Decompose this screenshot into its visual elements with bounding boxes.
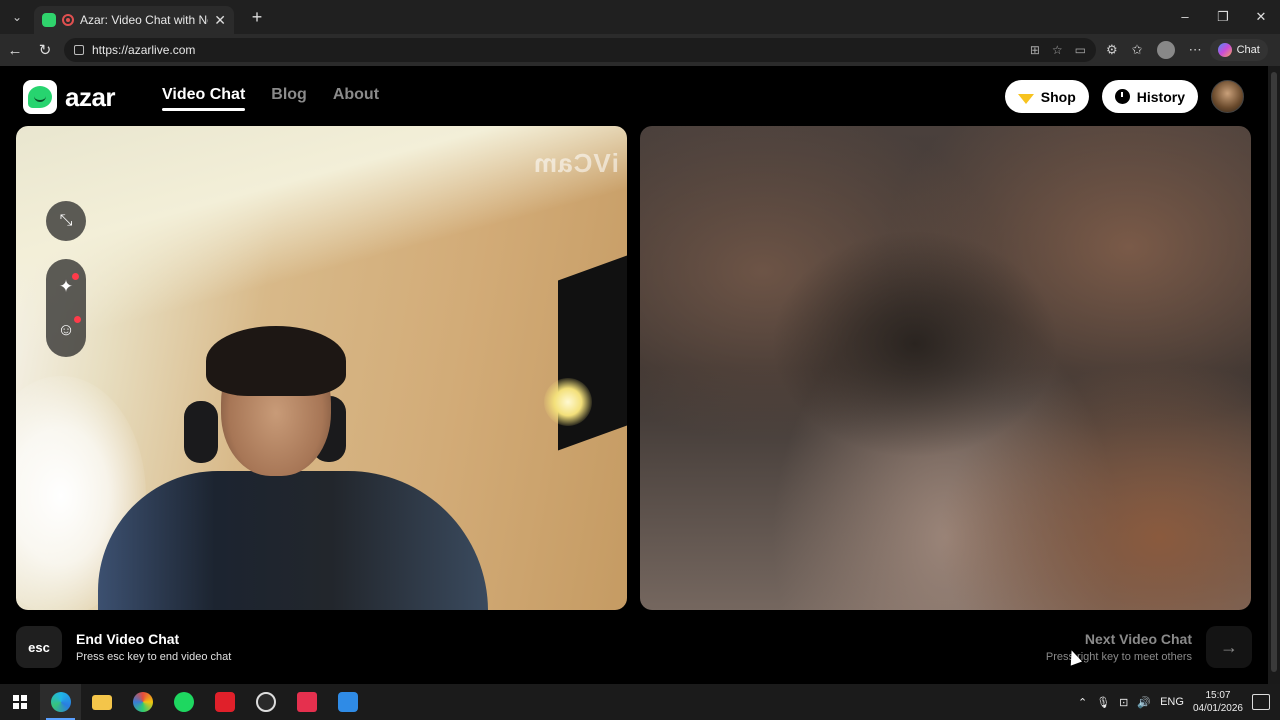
back-arrow-icon[interactable]: ←: [0, 42, 30, 59]
browser-tab-bar: ⌄ Azar: Video Chat with New Pe ✕ + – ❐ ✕: [0, 0, 1280, 34]
ivcam-icon: [337, 692, 358, 712]
url-bar-actions: ⊞ ☆ ▭: [1030, 43, 1086, 57]
taskbar-file-explorer[interactable]: [81, 684, 122, 720]
tab-actions-chevron-icon[interactable]: ⌄: [0, 0, 34, 34]
site-info-icon[interactable]: [74, 45, 84, 55]
azar-logo-icon: [23, 80, 57, 114]
spotify-icon: [173, 692, 194, 712]
headset-left: [184, 401, 218, 463]
end-chat-title: End Video Chat: [76, 631, 180, 647]
nav-video-chat[interactable]: Video Chat: [162, 86, 246, 111]
start-button[interactable]: [0, 684, 40, 720]
taskbar-edge[interactable]: [40, 684, 81, 720]
effects-toolbar: ✦ ☺: [46, 259, 86, 357]
minimize-button[interactable]: –: [1166, 9, 1204, 25]
history-label: History: [1136, 88, 1185, 105]
profile-avatar-icon[interactable]: [1156, 41, 1175, 59]
esc-key-button[interactable]: esc: [16, 626, 62, 668]
tab-close-icon[interactable]: ✕: [214, 12, 226, 29]
new-tab-button[interactable]: +: [242, 7, 272, 28]
site-header: azar Video Chat Blog About Shop History: [0, 66, 1268, 126]
notification-center-icon[interactable]: [1252, 694, 1270, 710]
scrollbar-thumb[interactable]: [1271, 72, 1277, 672]
chrome-icon: [132, 692, 153, 712]
person-hair: [206, 326, 346, 396]
folder-icon: [91, 694, 112, 710]
extension-icon[interactable]: ⚙: [1106, 42, 1118, 58]
video-icon[interactable]: ▭: [1075, 43, 1086, 57]
close-window-button[interactable]: ✕: [1242, 9, 1280, 25]
system-tray: ⌃ 🎙 ⊡ 🔊 ENG 15:07 04/01/2026: [1078, 689, 1280, 715]
person-jacket: [98, 471, 488, 610]
effects-notification-dot: [72, 272, 80, 280]
pink-app-icon: [296, 692, 317, 712]
browser-tab[interactable]: Azar: Video Chat with New Pe ✕: [34, 6, 234, 34]
tray-overflow-icon[interactable]: ⌃: [1078, 696, 1087, 709]
favorites-icon[interactable]: ✩: [1132, 42, 1143, 58]
windows-logo-icon: [13, 695, 27, 709]
url-text: https://azarlive.com: [92, 43, 196, 57]
refresh-icon[interactable]: ↻: [30, 41, 60, 59]
taskbar-app-red[interactable]: [204, 684, 245, 720]
video-side-tools: ⤡ ✦ ☺: [46, 201, 86, 357]
browser-tools: ⚙ ✩ ⋯: [1106, 41, 1202, 59]
wall-lamp: [544, 378, 592, 426]
shop-button[interactable]: Shop: [1004, 80, 1089, 113]
end-chat-control[interactable]: esc End Video Chat Press esc key to end …: [16, 626, 231, 668]
obs-icon: [255, 692, 276, 712]
window-controls: – ❐ ✕: [1166, 9, 1280, 25]
shop-label: Shop: [1040, 88, 1076, 105]
volume-icon[interactable]: 🔊: [1137, 696, 1151, 709]
tab-title: Azar: Video Chat with New Pe: [80, 13, 208, 27]
copilot-icon: [1217, 43, 1232, 57]
windows-taskbar: ⌃ 🎙 ⊡ 🔊 ENG 15:07 04/01/2026: [0, 684, 1280, 720]
end-chat-hint: Press esc key to end video chat: [76, 651, 232, 663]
taskbar-obs[interactable]: [245, 684, 286, 720]
clock-date: 04/01/2026: [1192, 703, 1243, 714]
sparkle-effects-icon[interactable]: ✦: [59, 272, 80, 297]
nav-about[interactable]: About: [333, 86, 379, 104]
history-button[interactable]: History: [1101, 80, 1198, 113]
recording-indicator-icon: [62, 14, 74, 26]
next-arrow-icon[interactable]: →: [1206, 626, 1252, 668]
ivcam-watermark: iVCam: [533, 148, 619, 178]
taskbar-chrome[interactable]: [122, 684, 163, 720]
copilot-chat-button[interactable]: Chat: [1209, 39, 1268, 61]
nav-blog[interactable]: Blog: [271, 86, 307, 104]
taskbar-spotify[interactable]: [163, 684, 204, 720]
user-avatar[interactable]: [1211, 80, 1244, 113]
next-chat-title: Next Video Chat: [1084, 631, 1192, 647]
url-bar[interactable]: https://azarlive.com ⊞ ☆ ▭: [64, 38, 1096, 62]
address-toolbar: ← ↻ https://azarlive.com ⊞ ☆ ▭ ⚙ ✩ ⋯ Cha…: [0, 34, 1280, 66]
taskbar-clock[interactable]: 15:07 04/01/2026: [1193, 689, 1243, 715]
taskbar-app-pink[interactable]: [286, 684, 327, 720]
microphone-icon[interactable]: 🎙: [1096, 696, 1110, 709]
azar-favicon-icon: [42, 13, 56, 27]
gem-icon: [1017, 93, 1034, 104]
taskbar-ivcam[interactable]: [327, 684, 368, 720]
clock-icon: [1114, 89, 1130, 104]
edge-icon: [50, 692, 71, 712]
main-nav: Video Chat Blog About: [162, 86, 379, 111]
filter-notification-dot: [73, 315, 81, 323]
remote-video-feed-blurred: [640, 126, 1251, 610]
clock-time: 15:07: [1205, 690, 1231, 701]
network-icon[interactable]: ⊡: [1119, 696, 1128, 709]
local-video-feed: iVCam ⤡ ✦ ☺: [16, 126, 627, 610]
more-menu-icon[interactable]: ⋯: [1189, 42, 1202, 58]
face-filter-icon[interactable]: ☺: [57, 315, 81, 340]
header-actions: Shop History: [1004, 80, 1244, 113]
minimize-video-icon[interactable]: ⤡: [46, 201, 86, 241]
red-app-icon: [214, 692, 235, 712]
maximize-button[interactable]: ❐: [1204, 9, 1242, 25]
app-available-icon[interactable]: ⊞: [1030, 43, 1040, 57]
logo-text: azar: [65, 81, 116, 112]
language-indicator[interactable]: ENG: [1160, 696, 1184, 708]
azar-logo[interactable]: azar: [23, 80, 116, 114]
favorite-star-icon[interactable]: ☆: [1052, 43, 1063, 57]
azar-page: azar Video Chat Blog About Shop History: [0, 66, 1268, 684]
page-scrollbar[interactable]: [1268, 66, 1280, 684]
chat-label: Chat: [1236, 44, 1260, 56]
